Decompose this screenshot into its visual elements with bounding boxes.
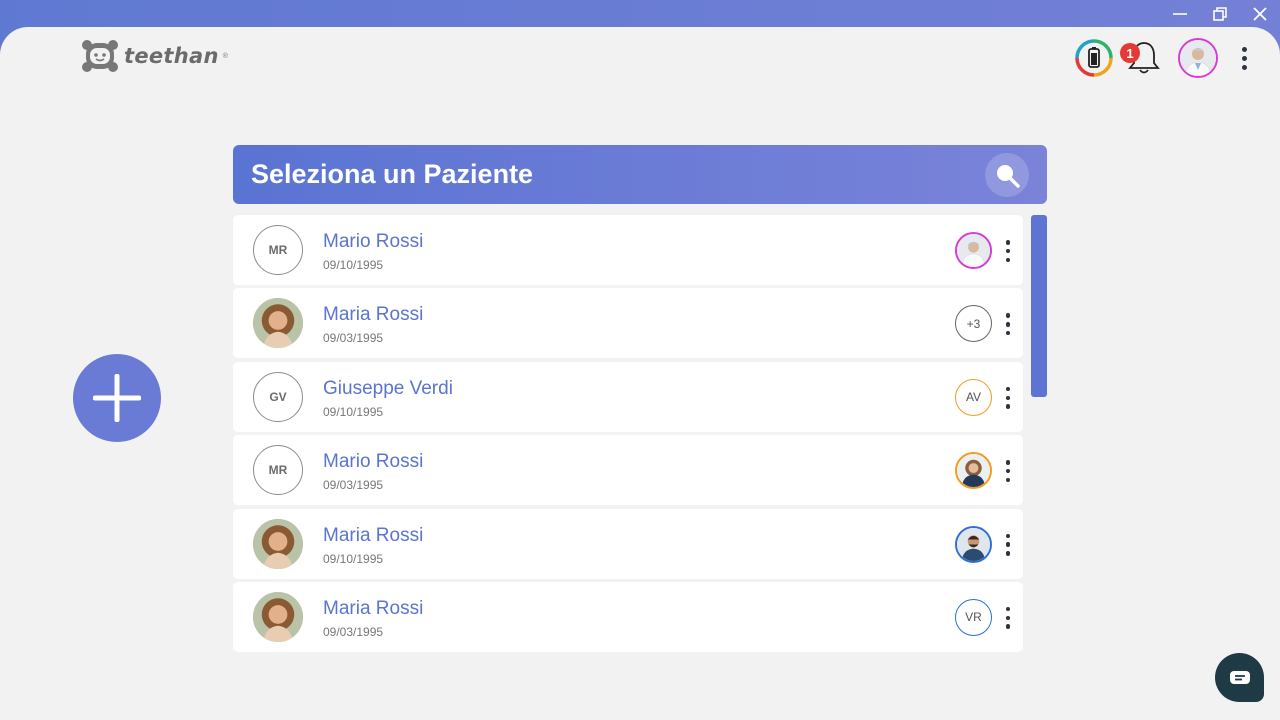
plus-icon [93, 374, 141, 422]
minimize-button[interactable] [1160, 0, 1200, 27]
patient-initials: MR [268, 243, 288, 257]
battery-icon [1075, 39, 1113, 77]
list-scrollbar[interactable] [1031, 215, 1047, 397]
close-icon [1253, 6, 1267, 21]
user-avatar[interactable] [1178, 38, 1218, 78]
row-menu-button[interactable] [1003, 606, 1013, 629]
doctor-photo [957, 454, 990, 488]
patient-row[interactable]: Maria Rossi 09/03/1995 VR [233, 581, 1023, 652]
patient-row[interactable]: Maria Rossi 09/10/1995 [233, 508, 1023, 579]
patient-list: MR Mario Rossi 09/10/1995 Maria Rossi 09… [233, 215, 1023, 655]
patient-row[interactable]: MR Mario Rossi 09/03/1995 [233, 435, 1023, 506]
add-patient-button[interactable] [73, 354, 161, 442]
notification-badge: 1 [1120, 43, 1140, 63]
search-icon [997, 165, 1020, 188]
battery-status[interactable] [1074, 38, 1114, 78]
patient-birthdate: 09/10/1995 [323, 551, 384, 566]
assigned-doctor-avatar[interactable]: +3 [955, 305, 992, 343]
minimize-icon [1173, 12, 1187, 15]
patient-name: Maria Rossi [323, 524, 424, 546]
patient-initials: MR [268, 463, 288, 478]
window-controls [1160, 0, 1280, 27]
logo-registered-mark: ® [222, 52, 228, 60]
patient-avatar [253, 298, 303, 349]
doctor-photo [957, 527, 990, 561]
patient-name: Mario Rossi [323, 451, 424, 473]
logo: teethan ® [80, 39, 228, 73]
doctor-avatar-icon [1180, 40, 1216, 76]
patient-photo [253, 298, 303, 349]
patient-birthdate: 09/03/1995 [323, 624, 384, 639]
app-surface: teethan ® 1 Seleziona un Paziente MR Mar… [0, 27, 1280, 720]
assigned-doctor-avatar[interactable] [955, 525, 992, 563]
patient-avatar: GV [253, 371, 303, 422]
logo-text: teethan [124, 44, 219, 68]
patient-row[interactable]: MR Mario Rossi 09/10/1995 [233, 215, 1023, 285]
doctor-initials: VR [965, 610, 982, 625]
patient-name: Maria Rossi [323, 304, 424, 326]
patient-name: Maria Rossi [323, 597, 424, 619]
assigned-doctor-avatar[interactable] [955, 232, 992, 269]
row-menu-button[interactable] [1003, 533, 1013, 556]
app-menu-button[interactable] [1234, 38, 1254, 78]
patient-photo [253, 518, 303, 569]
assigned-doctor-avatar[interactable]: AV [955, 378, 992, 416]
assigned-doctor-avatar[interactable] [955, 452, 992, 490]
patient-birthdate: 09/03/1995 [323, 331, 384, 346]
patient-photo [253, 591, 303, 642]
patient-name: Mario Rossi [323, 231, 424, 252]
patient-birthdate: 09/10/1995 [323, 258, 384, 272]
header-actions: 1 [1074, 37, 1254, 79]
row-menu-button[interactable] [1003, 240, 1013, 262]
patient-selector-header: Seleziona un Paziente [233, 145, 1047, 204]
teethan-logo-icon [82, 40, 118, 72]
patient-avatar [253, 518, 303, 569]
restore-button[interactable] [1200, 0, 1240, 27]
patient-birthdate: 09/10/1995 [323, 404, 384, 419]
patient-avatar: MR [253, 445, 303, 496]
assigned-doctor-avatar[interactable]: VR [955, 598, 992, 636]
chat-icon [1229, 670, 1250, 684]
row-menu-button[interactable] [1003, 460, 1013, 483]
patient-initials: GV [269, 389, 287, 404]
search-button[interactable] [985, 153, 1029, 197]
restore-icon [1213, 6, 1227, 21]
patient-row[interactable]: GV Giuseppe Verdi 09/10/1995 AV [233, 361, 1023, 432]
doctor-initials: AV [965, 390, 982, 405]
row-menu-button[interactable] [1003, 313, 1013, 336]
patient-name: Giuseppe Verdi [323, 377, 453, 399]
notifications-button[interactable]: 1 [1120, 38, 1164, 78]
patient-avatar [253, 591, 303, 642]
doctor-photo [957, 234, 990, 267]
patient-birthdate: 09/03/1995 [323, 478, 384, 493]
patient-row[interactable]: Maria Rossi 09/03/1995 +3 [233, 288, 1023, 359]
page-title: Seleziona un Paziente [251, 159, 534, 189]
row-menu-button[interactable] [1003, 386, 1013, 409]
close-button[interactable] [1240, 0, 1280, 27]
doctor-initials: +3 [966, 316, 981, 331]
chat-button[interactable] [1215, 653, 1264, 702]
patient-avatar: MR [253, 225, 303, 275]
